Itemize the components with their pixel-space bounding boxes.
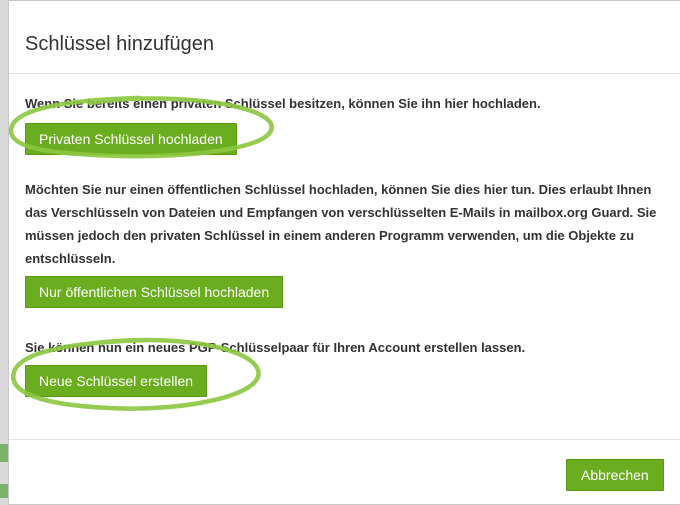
create-new-keys-button[interactable]: Neue Schlüssel erstellen [25, 365, 208, 397]
dialog-header: Schlüssel hinzufügen [9, 1, 680, 74]
background-stripe [0, 444, 8, 462]
dialog-title: Schlüssel hinzufügen [25, 33, 215, 55]
upload-public-key-button[interactable]: Nur öffentlichen Schlüssel hochladen [25, 276, 284, 308]
upload-public-key-description: Möchten Sie nur einen öffentlichen Schlü… [25, 182, 657, 266]
add-key-dialog: Schlüssel hinzufügen Wenn Sie bereits ei… [8, 0, 680, 505]
upload-private-key-description: Wenn Sie bereits einen privaten Schlüsse… [25, 96, 541, 111]
upload-private-key-button[interactable]: Privaten Schlüssel hochladen [25, 123, 237, 155]
dialog-body: Wenn Sie bereits einen privaten Schlüsse… [9, 74, 680, 440]
create-keys-description: Sie können nun ein neues PGP-Schlüsselpa… [25, 340, 526, 355]
background-page-edge [0, 0, 8, 505]
cancel-button[interactable]: Abbrechen [566, 459, 664, 491]
background-stripe [0, 484, 8, 498]
